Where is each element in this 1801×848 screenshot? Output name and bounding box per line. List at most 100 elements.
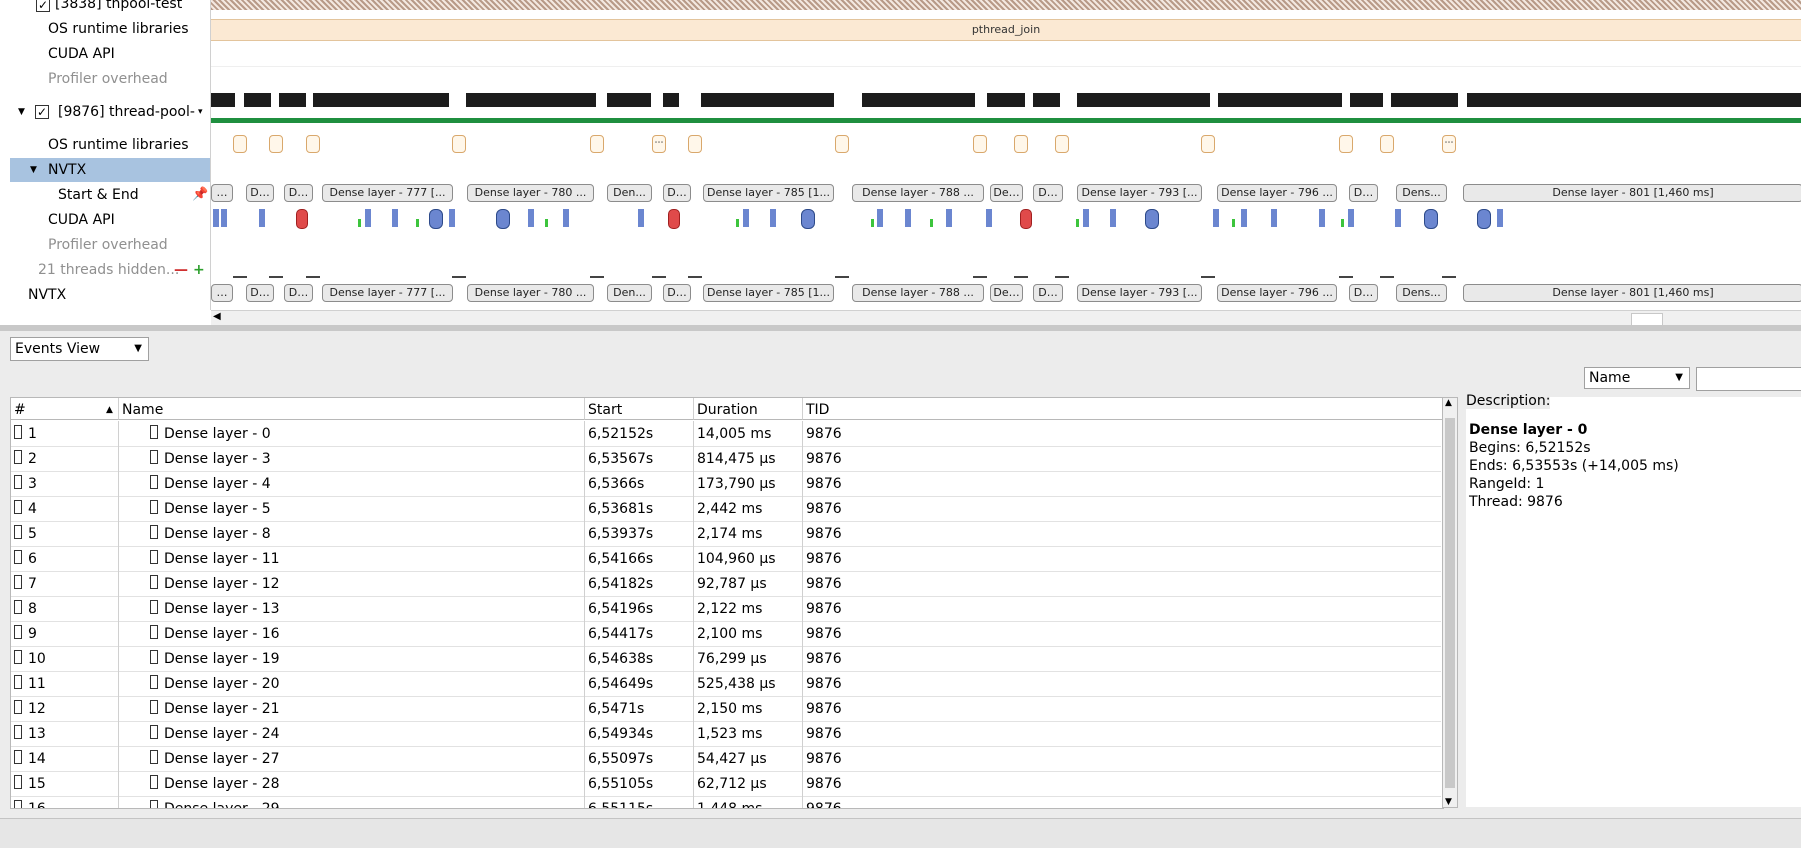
nvtx-range[interactable]: Dens... <box>1396 184 1447 202</box>
os-runtime-call[interactable] <box>1339 135 1353 153</box>
minus-icon[interactable]: — <box>174 258 188 282</box>
nvtx-range[interactable]: D… <box>663 184 691 202</box>
thread-row-3838[interactable]: ✓ [3838] thpool-test <box>10 0 210 16</box>
row-profiler-overhead-1[interactable]: Profiler overhead <box>10 67 210 91</box>
nvtx-range[interactable]: Den... <box>607 284 652 302</box>
thread-running-block[interactable] <box>987 93 1025 107</box>
nvtx-range[interactable]: Dens... <box>1396 284 1447 302</box>
row-nvtx-root[interactable]: NVTX <box>10 283 210 307</box>
nvtx-range[interactable]: Dense layer - 801 [1,460 ms] <box>1463 184 1801 202</box>
nvtx-range[interactable]: Dense layer - 785 [1... <box>703 284 834 302</box>
thread-running-block[interactable] <box>663 93 679 107</box>
cuda-api-call[interactable] <box>1319 209 1325 227</box>
pane-splitter[interactable] <box>0 325 1801 331</box>
cuda-api-call[interactable] <box>496 209 510 229</box>
row-cuda-api-2[interactable]: CUDA API <box>10 208 210 232</box>
table-row[interactable]: 13 Dense layer - 24 6,54934s 1,523 ms 9876 <box>11 721 1441 747</box>
nvtx-range[interactable]: D… <box>1349 184 1378 202</box>
cuda-api-call[interactable] <box>213 209 219 227</box>
cuda-api-call[interactable] <box>1497 209 1503 227</box>
nvtx-range[interactable]: Dense layer - 801 [1,460 ms] <box>1463 284 1801 302</box>
os-runtime-call[interactable]: ⋯ <box>1442 135 1456 153</box>
nvtx-range[interactable]: De… <box>990 284 1023 302</box>
cuda-api-call[interactable] <box>668 209 680 229</box>
expand-triangle-icon[interactable]: ▼ <box>18 100 25 124</box>
nvtx-root-lane[interactable]: … D… D… Dense layer - 777 [... Dense layer -… <box>211 284 1801 304</box>
os-runtime-call[interactable] <box>1055 135 1069 153</box>
cuda-api-call[interactable] <box>1083 209 1089 227</box>
table-row[interactable]: 8 Dense layer - 13 6,54196s 2,122 ms 9876 <box>11 596 1441 622</box>
scroll-thumb[interactable] <box>1445 418 1455 788</box>
table-row[interactable]: 3 Dense layer - 4 6,5366s 173,790 μs 9876 <box>11 471 1441 497</box>
nvtx-range[interactable]: D… <box>246 284 274 302</box>
cuda-api-call[interactable] <box>736 219 739 227</box>
cuda-api-call[interactable] <box>930 219 933 227</box>
nvtx-range[interactable]: Dense layer - 777 [... <box>322 184 453 202</box>
cuda-api-call[interactable] <box>1348 209 1354 227</box>
thread-running-block[interactable] <box>244 93 271 107</box>
table-row[interactable]: 7 Dense layer - 12 6,54182s 92,787 μs 9876 <box>11 571 1441 597</box>
column-select[interactable]: Name ▼ <box>1584 367 1690 389</box>
cuda-api-call[interactable] <box>365 209 371 227</box>
nvtx-range[interactable]: D… <box>284 184 313 202</box>
cuda-api-call[interactable] <box>259 209 265 227</box>
thread-running-block[interactable] <box>466 93 596 107</box>
os-runtime-call[interactable] <box>688 135 702 153</box>
thread-running-block[interactable] <box>1391 93 1458 107</box>
thread-running-block[interactable] <box>1350 93 1383 107</box>
table-row[interactable]: 5 Dense layer - 8 6,53937s 2,174 ms 9876 <box>11 521 1441 547</box>
nvtx-range[interactable]: D… <box>284 284 313 302</box>
table-row[interactable]: 10 Dense layer - 19 6,54638s 76,299 μs 9876 <box>11 646 1441 672</box>
scroll-up-icon[interactable]: ▲ <box>1445 398 1452 408</box>
nvtx-lane[interactable]: … D… D… Dense layer - 777 [... Dense layer -… <box>211 184 1801 204</box>
cuda-api-call[interactable] <box>416 219 419 227</box>
nvtx-range[interactable]: … <box>211 184 233 202</box>
checkbox-icon[interactable]: ✓ <box>35 105 49 119</box>
os-runtime-call[interactable] <box>973 135 987 153</box>
table-row[interactable]: 12 Dense layer - 21 6,5471s 2,150 ms 9876 <box>11 696 1441 722</box>
nvtx-range[interactable]: Dense layer - 785 [1... <box>703 184 834 202</box>
os-runtime-bar[interactable]: pthread_join <box>211 19 1801 41</box>
cuda-api-call[interactable] <box>1020 209 1032 229</box>
chevron-down-icon[interactable]: ▾ <box>198 100 203 124</box>
nvtx-range[interactable]: D… <box>1033 184 1063 202</box>
nvtx-range[interactable]: D… <box>663 284 691 302</box>
cuda-api-call[interactable] <box>1213 209 1219 227</box>
cuda-api-call[interactable] <box>905 209 911 227</box>
cuda-api-call[interactable] <box>358 219 361 227</box>
cuda-api-call[interactable] <box>871 219 874 227</box>
nvtx-range[interactable]: D… <box>1033 284 1063 302</box>
cuda-api-call[interactable] <box>1271 209 1277 227</box>
nvtx-range[interactable]: … <box>211 284 233 302</box>
os-runtime-call[interactable] <box>269 135 283 153</box>
row-profiler-overhead-2[interactable]: Profiler overhead <box>10 233 210 257</box>
nvtx-range[interactable]: Dense layer - 796 ... <box>1217 284 1337 302</box>
column-header-start[interactable]: Start <box>585 398 694 420</box>
scroll-left-icon[interactable]: ◀ <box>213 311 221 322</box>
pin-icon[interactable]: 📌 <box>192 183 208 207</box>
nvtx-range[interactable]: Dense layer - 793 [... <box>1077 284 1202 302</box>
table-row[interactable]: 11 Dense layer - 20 6,54649s 525,438 μs 9876 <box>11 671 1441 697</box>
nvtx-range[interactable]: Dense layer - 793 [... <box>1077 184 1202 202</box>
nvtx-range[interactable]: D… <box>1349 284 1378 302</box>
thread-running-block[interactable] <box>313 93 449 107</box>
nvtx-range[interactable]: D… <box>246 184 274 202</box>
cuda-api-lane[interactable] <box>211 209 1801 229</box>
cuda-api-call[interactable] <box>1145 209 1159 229</box>
cuda-api-call[interactable] <box>1110 209 1116 227</box>
column-header-index[interactable]: # ▲ <box>11 398 119 420</box>
cuda-api-call[interactable] <box>877 209 883 227</box>
row-os-runtime-2[interactable]: OS runtime libraries <box>10 133 210 157</box>
os-runtime-lane[interactable]: ⋯ ⋯ <box>211 135 1801 155</box>
timeline-tracks[interactable]: pthread_join ⋯ ⋯ … D… D… Dense layer - 777 [… <box>211 0 1801 310</box>
cuda-api-call[interactable] <box>1395 209 1401 227</box>
thread-running-block[interactable] <box>211 93 235 107</box>
cuda-api-call[interactable] <box>528 209 534 227</box>
os-runtime-call[interactable]: ⋯ <box>652 135 666 153</box>
table-row[interactable]: 14 Dense layer - 27 6,55097s 54,427 μs 9876 <box>11 746 1441 772</box>
nvtx-range[interactable]: Dense layer - 796 ... <box>1217 184 1337 202</box>
cuda-api-call[interactable] <box>986 209 992 227</box>
cuda-api-call[interactable] <box>429 209 443 229</box>
thread-running-block[interactable] <box>1033 93 1060 107</box>
row-nvtx[interactable]: ▼ NVTX <box>10 158 210 182</box>
